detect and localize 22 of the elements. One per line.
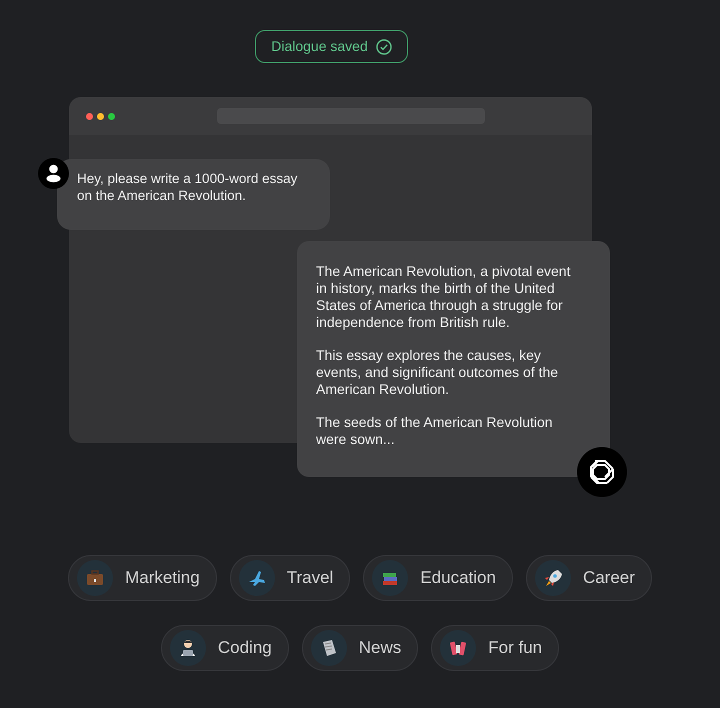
message-text: The seeds of the American Revolution were sown... <box>316 414 554 448</box>
topic-icon <box>170 630 206 666</box>
topic-icon <box>534 560 571 596</box>
message-text: Hey, please write a 1000-word essay on the American Revolution. <box>77 170 298 204</box>
topic-icon <box>372 560 408 596</box>
topic-icon <box>310 630 347 666</box>
topic-chip[interactable]: Education <box>363 555 513 601</box>
topic-chip[interactable]: Coding <box>160 625 289 671</box>
check-circle-icon <box>376 38 392 54</box>
topic-icon <box>77 560 114 596</box>
badge-label: Dialogue saved <box>271 37 368 56</box>
topic-chip[interactable]: News <box>302 625 418 671</box>
message-text: This essay explores the causes, key events, and significant outcomes of the American Revolution. <box>316 347 560 398</box>
user-avatar-icon <box>38 158 69 189</box>
topic-chip[interactable]: Travel <box>230 555 350 601</box>
message-text: The American Revolution, a pivotal event in history, marks the birth of the United States of America through a struggle for independence from British rule. <box>316 263 572 331</box>
topic-chip[interactable]: Marketing <box>68 555 217 601</box>
assistant-logo-icon <box>577 447 627 497</box>
topic-chip[interactable]: Career <box>526 555 652 601</box>
topic-icon <box>440 630 476 666</box>
topic-chip[interactable]: For fun <box>431 625 560 671</box>
topic-icon <box>238 560 275 596</box>
